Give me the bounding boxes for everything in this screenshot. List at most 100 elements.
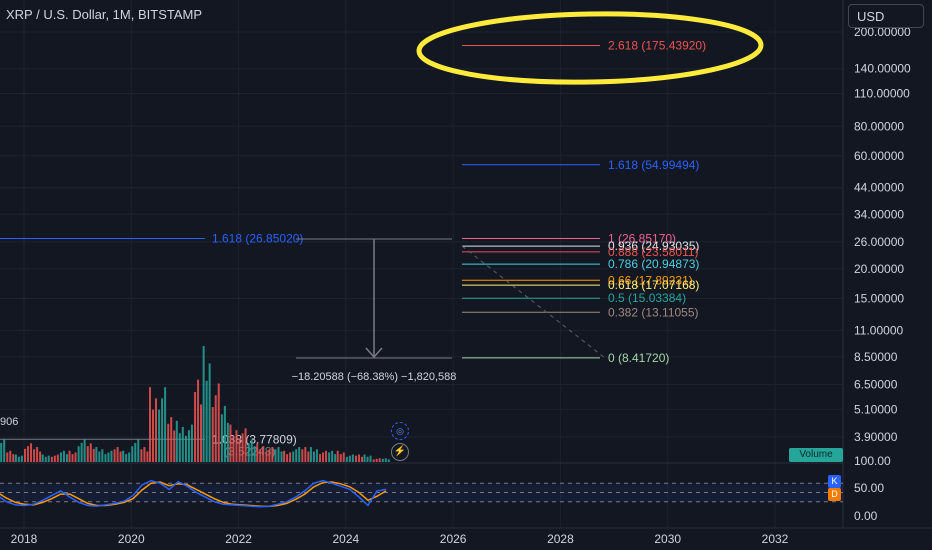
volume-bar xyxy=(98,451,101,462)
volume-bar xyxy=(211,406,214,462)
volume-bar xyxy=(375,458,378,462)
volume-bar xyxy=(307,451,310,462)
oscillator-tick: 0.00 xyxy=(854,509,878,523)
price-tick: 26.00000 xyxy=(854,235,904,249)
volume-bar xyxy=(217,383,220,462)
volume-bar xyxy=(41,454,44,462)
volume-bar xyxy=(214,395,217,462)
volume-bar xyxy=(295,449,298,462)
volume-bar xyxy=(143,447,146,462)
price-tick: 110.00000 xyxy=(854,86,910,100)
volume-bar xyxy=(369,455,372,462)
price-tick: 34.00000 xyxy=(854,207,904,221)
volume-bar xyxy=(128,452,131,462)
volume-bar xyxy=(241,433,244,462)
volume-bar xyxy=(47,455,50,462)
fib-label: 1.618 (54.99494) xyxy=(608,158,699,172)
volume-bar xyxy=(289,452,292,462)
volume-bar xyxy=(274,449,277,462)
volume-bar xyxy=(223,405,226,462)
volume-bar xyxy=(235,430,238,462)
volume-bar xyxy=(101,449,104,462)
volume-bar xyxy=(247,442,250,462)
volume-bar xyxy=(175,420,178,462)
volume-bar xyxy=(319,454,322,462)
time-tick: 2032 xyxy=(762,532,789,546)
price-tick: 11.00000 xyxy=(854,323,903,337)
volume-bar xyxy=(33,449,36,462)
time-tick: 2028 xyxy=(547,532,574,546)
price-chart[interactable]: 2.618 (175.43920)1.618 (54.99494)1 (26.8… xyxy=(0,0,932,550)
volume-bar xyxy=(53,455,56,462)
volume-bar xyxy=(181,427,184,462)
volume-bar xyxy=(366,456,369,462)
symbol-title[interactable]: XRP / U.S. Dollar, 1M, BITSTAMP xyxy=(6,7,202,22)
volume-bar xyxy=(268,449,271,462)
volume-bar xyxy=(59,452,62,462)
volume-bar xyxy=(238,438,241,462)
volume-bar xyxy=(271,447,274,462)
volume-bar xyxy=(3,439,6,462)
volume-bar xyxy=(137,439,140,462)
volume-bar xyxy=(146,451,149,462)
volume-bar xyxy=(253,446,256,462)
volume-bar xyxy=(170,417,173,462)
currency-button[interactable]: USD xyxy=(848,4,924,28)
volume-bar xyxy=(336,450,339,462)
price-tick: 140.00000 xyxy=(854,62,911,76)
fib-label: 0.786 (20.94873) xyxy=(608,257,699,271)
volume-bar xyxy=(357,454,360,462)
fib-label: 1.618 (26.85020) xyxy=(212,232,303,246)
volume-bar xyxy=(62,450,65,462)
volume-bar xyxy=(187,430,190,462)
price-tick: 15.00000 xyxy=(854,291,904,305)
volume-bar xyxy=(44,456,47,462)
volume-bar xyxy=(334,454,337,462)
volume-bar xyxy=(229,424,232,462)
volume-bar xyxy=(372,459,375,462)
measurement-label: −18.20588 (−68.38%) −1,820,588 xyxy=(292,371,457,383)
volume-bar xyxy=(360,456,363,462)
fib-label: 2.618 (175.43920) xyxy=(608,38,706,52)
volume-bar xyxy=(342,452,345,462)
volume-bar xyxy=(226,422,229,462)
volume-bar xyxy=(173,430,176,462)
volume-bar xyxy=(208,363,211,462)
crosshair-target-icon[interactable]: ◎ xyxy=(391,422,409,440)
volume-bar xyxy=(95,447,98,462)
volume-bar xyxy=(312,451,315,462)
volume-bar xyxy=(286,454,289,462)
volume-bar xyxy=(232,435,235,462)
volume-bar xyxy=(6,452,9,462)
volume-bar xyxy=(205,380,208,462)
volume-bar xyxy=(283,450,286,462)
lightning-icon[interactable]: ⚡ xyxy=(391,443,409,461)
volume-bar xyxy=(315,449,318,462)
volume-bar xyxy=(301,449,304,462)
volume-bar xyxy=(80,442,83,462)
volume-bar xyxy=(77,446,80,462)
volume-bar xyxy=(134,442,137,462)
volume-bar xyxy=(39,451,42,462)
volume-bar xyxy=(348,455,351,462)
price-tick: 6.50000 xyxy=(854,377,898,391)
oscillator-tick: 100.00 xyxy=(854,454,891,468)
volume-bar xyxy=(200,404,203,462)
volume-bar xyxy=(116,447,119,462)
time-tick: 2026 xyxy=(440,532,467,546)
volume-bar xyxy=(304,447,307,462)
price-tick: 80.00000 xyxy=(854,119,904,133)
volume-bar xyxy=(24,448,26,462)
volume-bar xyxy=(280,451,283,462)
volume-bar xyxy=(202,346,205,462)
volume-bar xyxy=(131,446,134,462)
price-tick: 8.50000 xyxy=(854,350,898,364)
volume-bar xyxy=(151,409,154,462)
volume-bar xyxy=(56,454,59,462)
volume-bar xyxy=(292,451,295,462)
volume-badge: Volume xyxy=(789,448,843,462)
fib-label: 0 (8.41720) xyxy=(608,351,669,365)
volume-bar xyxy=(92,448,95,462)
price-tick: 3.90000 xyxy=(854,430,898,444)
volume-bar xyxy=(351,454,354,462)
